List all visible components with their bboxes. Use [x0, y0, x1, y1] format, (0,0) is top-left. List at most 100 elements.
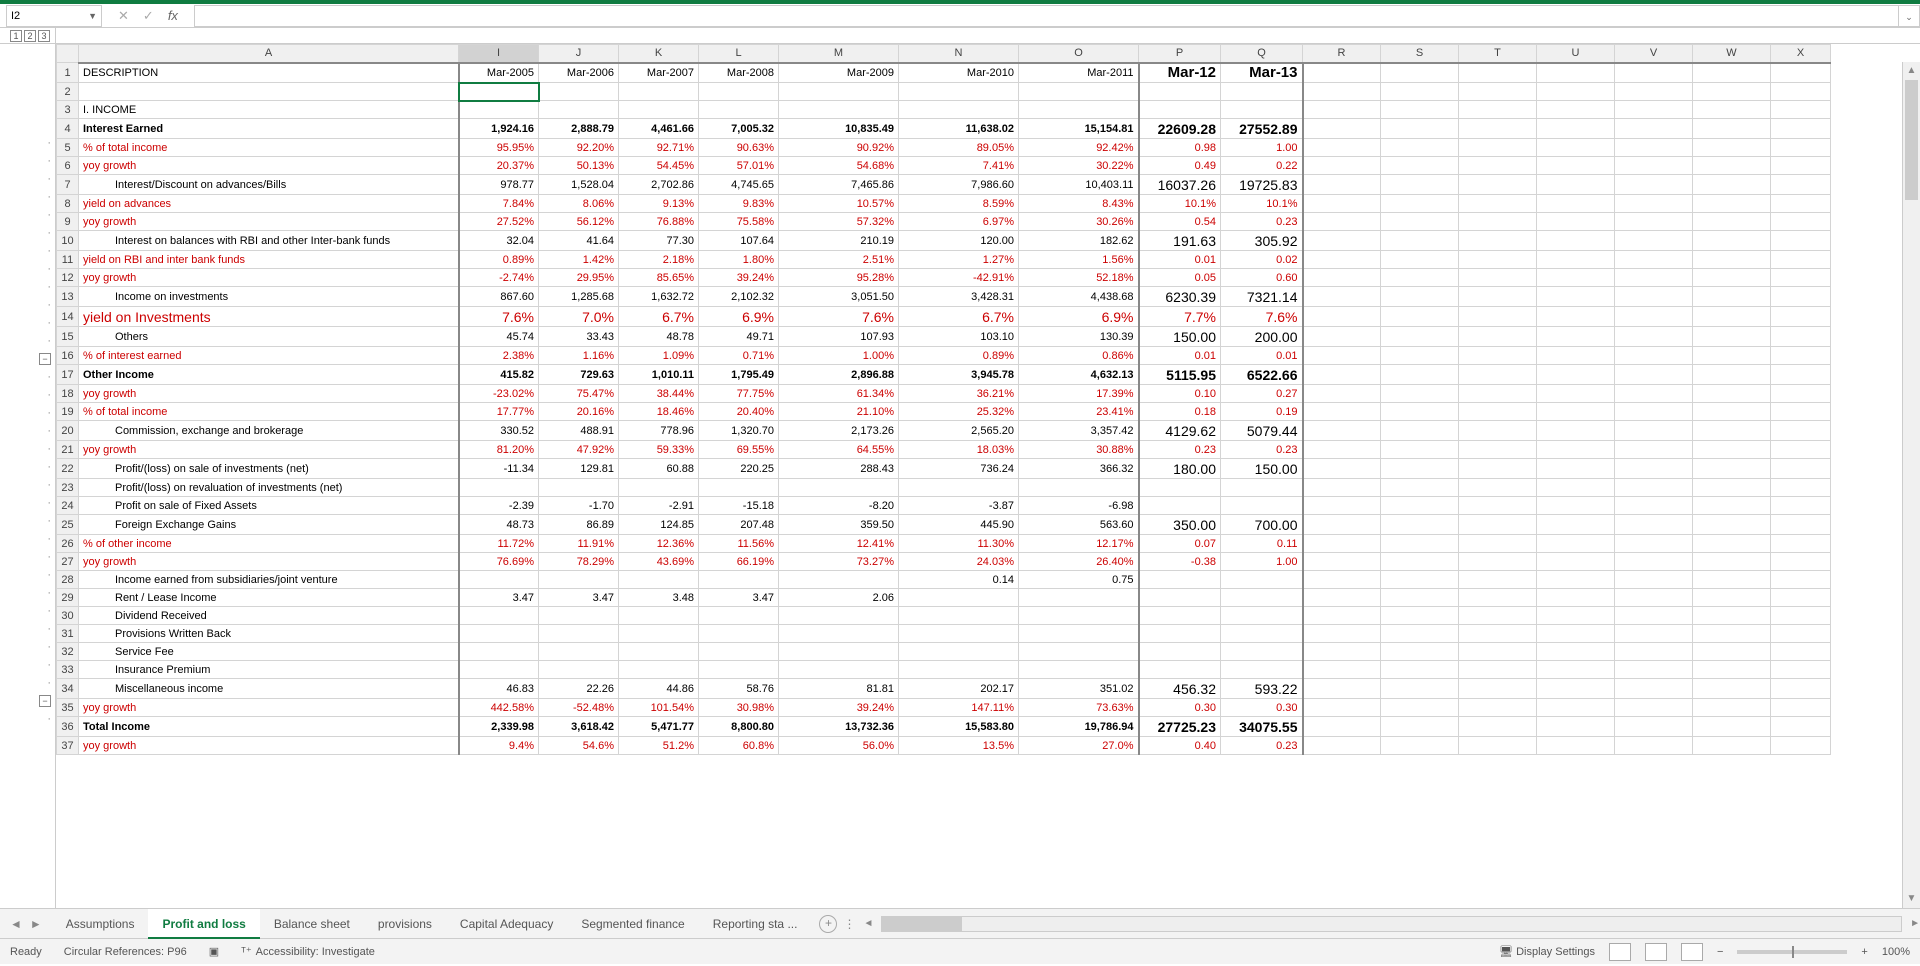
- cell-I37[interactable]: 9.4%: [459, 737, 539, 755]
- cell-N1[interactable]: Mar-2010: [899, 63, 1019, 83]
- cell-J27[interactable]: 78.29%: [539, 553, 619, 571]
- cell-R19[interactable]: [1303, 403, 1381, 421]
- cell-U12[interactable]: [1537, 269, 1615, 287]
- cell-P14[interactable]: 7.7%: [1139, 307, 1221, 327]
- cell-R8[interactable]: [1303, 195, 1381, 213]
- cell-Q10[interactable]: 305.92: [1221, 231, 1303, 251]
- view-normal-icon[interactable]: [1609, 943, 1631, 961]
- cell-R26[interactable]: [1303, 535, 1381, 553]
- name-box[interactable]: I2▼: [6, 5, 102, 27]
- cell-T13[interactable]: [1459, 287, 1537, 307]
- cell-U31[interactable]: [1537, 625, 1615, 643]
- row-header-4[interactable]: 4: [57, 119, 79, 139]
- cell-S1[interactable]: [1381, 63, 1459, 83]
- cell-K12[interactable]: 85.65%: [619, 269, 699, 287]
- cell-A2[interactable]: [79, 83, 459, 101]
- cell-X32[interactable]: [1771, 643, 1831, 661]
- cell-U29[interactable]: [1537, 589, 1615, 607]
- cell-R6[interactable]: [1303, 157, 1381, 175]
- cell-O18[interactable]: 17.39%: [1019, 385, 1139, 403]
- hscroll-left-icon[interactable]: ◄: [863, 918, 873, 929]
- cell-O7[interactable]: 10,403.11: [1019, 175, 1139, 195]
- cell-N35[interactable]: 147.11%: [899, 699, 1019, 717]
- cell-W15[interactable]: [1693, 327, 1771, 347]
- cell-R12[interactable]: [1303, 269, 1381, 287]
- cell-J24[interactable]: -1.70: [539, 497, 619, 515]
- cell-Q30[interactable]: [1221, 607, 1303, 625]
- cell-A26[interactable]: % of other income: [79, 535, 459, 553]
- cell-O6[interactable]: 30.22%: [1019, 157, 1139, 175]
- cell-P17[interactable]: 5115.95: [1139, 365, 1221, 385]
- cell-P36[interactable]: 27725.23: [1139, 717, 1221, 737]
- cell-A3[interactable]: I. INCOME: [79, 101, 459, 119]
- cell-P10[interactable]: 191.63: [1139, 231, 1221, 251]
- cell-M6[interactable]: 54.68%: [779, 157, 899, 175]
- cell-Q37[interactable]: 0.23: [1221, 737, 1303, 755]
- cell-P33[interactable]: [1139, 661, 1221, 679]
- cell-O22[interactable]: 366.32: [1019, 459, 1139, 479]
- cell-R10[interactable]: [1303, 231, 1381, 251]
- cell-V8[interactable]: [1615, 195, 1693, 213]
- cell-L6[interactable]: 57.01%: [699, 157, 779, 175]
- cell-N25[interactable]: 445.90: [899, 515, 1019, 535]
- cell-X10[interactable]: [1771, 231, 1831, 251]
- formula-expand-icon[interactable]: ⌄: [1898, 5, 1920, 27]
- cell-X16[interactable]: [1771, 347, 1831, 365]
- cell-S3[interactable]: [1381, 101, 1459, 119]
- cell-J35[interactable]: -52.48%: [539, 699, 619, 717]
- cell-A13[interactable]: Income on investments: [79, 287, 459, 307]
- cell-L16[interactable]: 0.71%: [699, 347, 779, 365]
- cell-S29[interactable]: [1381, 589, 1459, 607]
- cell-P1[interactable]: Mar-12: [1139, 63, 1221, 83]
- cell-Q23[interactable]: [1221, 479, 1303, 497]
- cell-M2[interactable]: [779, 83, 899, 101]
- cell-M19[interactable]: 21.10%: [779, 403, 899, 421]
- cell-O21[interactable]: 30.88%: [1019, 441, 1139, 459]
- cell-W4[interactable]: [1693, 119, 1771, 139]
- cell-P2[interactable]: [1139, 83, 1221, 101]
- cell-Q20[interactable]: 5079.44: [1221, 421, 1303, 441]
- cell-L2[interactable]: [699, 83, 779, 101]
- cell-S4[interactable]: [1381, 119, 1459, 139]
- cell-P28[interactable]: [1139, 571, 1221, 589]
- cell-Q9[interactable]: 0.23: [1221, 213, 1303, 231]
- cell-L7[interactable]: 4,745.65: [699, 175, 779, 195]
- fx-icon[interactable]: fx: [168, 8, 178, 23]
- row-header-2[interactable]: 2: [57, 83, 79, 101]
- cell-I9[interactable]: 27.52%: [459, 213, 539, 231]
- cell-I22[interactable]: -11.34: [459, 459, 539, 479]
- cell-S18[interactable]: [1381, 385, 1459, 403]
- cell-N8[interactable]: 8.59%: [899, 195, 1019, 213]
- cell-Q14[interactable]: 7.6%: [1221, 307, 1303, 327]
- cell-A35[interactable]: yoy growth: [79, 699, 459, 717]
- cell-S11[interactable]: [1381, 251, 1459, 269]
- cell-N33[interactable]: [899, 661, 1019, 679]
- cell-A31[interactable]: Provisions Written Back: [79, 625, 459, 643]
- cell-M28[interactable]: [779, 571, 899, 589]
- cell-I5[interactable]: 95.95%: [459, 139, 539, 157]
- cell-U24[interactable]: [1537, 497, 1615, 515]
- cell-I30[interactable]: [459, 607, 539, 625]
- outline-level-3[interactable]: 3: [38, 30, 50, 42]
- cell-O20[interactable]: 3,357.42: [1019, 421, 1139, 441]
- row-header-15[interactable]: 15: [57, 327, 79, 347]
- col-header-X[interactable]: X: [1771, 45, 1831, 63]
- cell-L30[interactable]: [699, 607, 779, 625]
- row-header-33[interactable]: 33: [57, 661, 79, 679]
- cell-W26[interactable]: [1693, 535, 1771, 553]
- cell-Q3[interactable]: [1221, 101, 1303, 119]
- cell-M7[interactable]: 7,465.86: [779, 175, 899, 195]
- cell-V15[interactable]: [1615, 327, 1693, 347]
- cell-Q16[interactable]: 0.01: [1221, 347, 1303, 365]
- cell-U13[interactable]: [1537, 287, 1615, 307]
- cell-K26[interactable]: 12.36%: [619, 535, 699, 553]
- cell-T5[interactable]: [1459, 139, 1537, 157]
- cell-V31[interactable]: [1615, 625, 1693, 643]
- cell-T8[interactable]: [1459, 195, 1537, 213]
- cell-U21[interactable]: [1537, 441, 1615, 459]
- sheet-tab[interactable]: Assumptions: [52, 909, 149, 939]
- cell-X21[interactable]: [1771, 441, 1831, 459]
- cell-K11[interactable]: 2.18%: [619, 251, 699, 269]
- row-header-28[interactable]: 28: [57, 571, 79, 589]
- cell-M15[interactable]: 107.93: [779, 327, 899, 347]
